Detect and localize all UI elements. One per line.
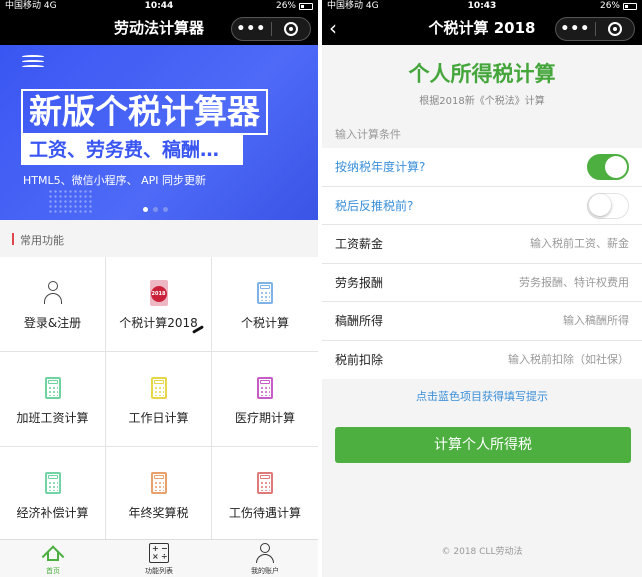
- field-row-salary[interactable]: 工资薪金 输入税前工资、薪金: [322, 225, 642, 264]
- banner-tagline: HTML5、微信小程序、 API 同步更新: [23, 174, 207, 187]
- section-header: 常用功能: [0, 220, 318, 257]
- tab-label: 我的账户: [251, 567, 279, 575]
- copyright-footer: © 2018 CLL劳动法: [441, 547, 523, 557]
- battery-icon: [623, 2, 637, 10]
- home-screen: 中国移动 4G 10:44 26% 劳动法计算器 ••• 新版个税计算器 工资、…: [0, 0, 318, 577]
- battery-status: 26%: [276, 0, 313, 12]
- grid-item-label: 医疗期计算: [234, 411, 295, 425]
- toggle-label[interactable]: 税后反推税前?: [335, 187, 413, 225]
- mini-program-capsule: •••: [555, 17, 635, 41]
- more-icon[interactable]: •••: [556, 19, 595, 39]
- banner-subline-box: 工资、劳务费、稿酬…: [21, 135, 243, 165]
- calculator-icon: [257, 282, 273, 304]
- clock: 10:44: [144, 1, 174, 11]
- user-icon: [42, 281, 64, 305]
- grid-item-label: 年终奖算税: [128, 506, 189, 520]
- battery-icon: [299, 2, 313, 10]
- annual-calc-switch[interactable]: [587, 154, 629, 180]
- field-row-labor[interactable]: 劳务报酬 劳务报酬、特许权费用: [322, 264, 642, 302]
- banner-headline: 新版个税计算器: [29, 92, 260, 131]
- tab-account[interactable]: 我的账户: [212, 540, 318, 577]
- tax-calculator-screen: 中国移动 4G 10:43 26% ‹ 个税计算 2018 ••• 个人所得税计…: [322, 0, 642, 577]
- calculator-icon: [44, 377, 61, 399]
- grid-item-overtime[interactable]: 加班工资计算: [0, 352, 105, 446]
- account-icon: [255, 543, 275, 563]
- tax-form: 按纳税年度计算? 税后反推税前? 工资薪金 输入税前工资、薪金 劳务报酬 劳务报…: [322, 148, 642, 379]
- labor-fee-input[interactable]: 劳务报酬、特许权费用: [519, 264, 629, 302]
- home-icon: [41, 543, 65, 568]
- grid-item-label: 工伤待遇计算: [228, 506, 301, 520]
- bottom-tab-bar: 首页 + − × ÷ 功能列表 我的账户: [0, 539, 318, 577]
- carousel-indicator[interactable]: [143, 207, 168, 212]
- grid-item-label: 经济补偿计算: [16, 506, 89, 520]
- salary-input[interactable]: 输入税前工资、薪金: [530, 225, 629, 263]
- calculator-icon: [150, 472, 167, 494]
- section-accent-bar: [12, 233, 14, 245]
- field-row-royalty[interactable]: 稿酬所得 输入稿酬所得: [322, 302, 642, 341]
- battery-percent: 26%: [275, 1, 296, 11]
- calculate-tax-button[interactable]: 计算个人所得税: [335, 427, 631, 463]
- tax-2018-icon: 2018: [149, 280, 168, 306]
- more-icon[interactable]: •••: [232, 19, 271, 39]
- tab-function-list[interactable]: + − × ÷ 功能列表: [106, 540, 212, 577]
- grid-item-label: 登录&注册: [23, 316, 82, 330]
- field-label: 税前扣除: [335, 352, 384, 367]
- grid-item-label: 工作日计算: [128, 411, 189, 425]
- calculator-icon: [44, 472, 61, 494]
- calculator-icon: [257, 472, 273, 494]
- conditions-label: 输入计算条件: [335, 128, 401, 141]
- grid-item-login[interactable]: 登录&注册: [0, 257, 105, 351]
- close-target-button[interactable]: [595, 22, 634, 36]
- banner-headline-box: 新版个税计算器: [21, 89, 268, 135]
- carousel-dot[interactable]: [143, 207, 148, 212]
- mini-program-capsule: •••: [231, 17, 311, 41]
- target-icon: [283, 22, 298, 36]
- banner-subline: 工资、劳务费、稿酬…: [29, 139, 220, 161]
- grid-item-label: 个税计算: [240, 316, 289, 330]
- close-target-button[interactable]: [271, 22, 310, 36]
- battery-status: 26%: [600, 0, 637, 12]
- tab-home[interactable]: 首页: [0, 540, 106, 577]
- hint-link[interactable]: 点击蓝色项目获得填写提示: [322, 388, 642, 404]
- function-list-icon: + − × ÷: [149, 543, 169, 563]
- calculator-heading: 个人所得税计算: [408, 62, 556, 86]
- carousel-dot[interactable]: [153, 207, 158, 212]
- clock: 10:43: [467, 1, 497, 11]
- field-label: 稿酬所得: [335, 314, 384, 328]
- field-label: 劳务报酬: [335, 275, 384, 290]
- field-row-deduction[interactable]: 税前扣除 输入税前扣除（如社保）: [322, 341, 642, 380]
- reverse-calc-switch[interactable]: [587, 192, 629, 219]
- decorative-dots: [48, 189, 92, 213]
- promo-banner[interactable]: 新版个税计算器 工资、劳务费、稿酬… HTML5、微信小程序、 API 同步更新: [0, 45, 318, 220]
- target-icon: [607, 22, 622, 36]
- royalty-input[interactable]: 输入稿酬所得: [563, 302, 629, 340]
- grid-item-injury[interactable]: 工伤待遇计算: [212, 447, 318, 541]
- status-bar: 中国移动 4G 10:43 26%: [322, 0, 642, 12]
- calculator-icon: [150, 377, 167, 399]
- section-title: 常用功能: [20, 234, 64, 247]
- carousel-dot[interactable]: [163, 207, 168, 212]
- grid-item-bonus[interactable]: 年终奖算税: [106, 447, 211, 541]
- calculator-subheading: 根据2018新《个税法》计算: [419, 96, 545, 107]
- deduction-input[interactable]: 输入税前扣除（如社保）: [508, 341, 629, 379]
- grid-item-medical[interactable]: 医疗期计算: [212, 352, 318, 446]
- calculator-icon: [257, 377, 273, 399]
- grid-item-workday[interactable]: 工作日计算: [106, 352, 211, 446]
- toggle-label[interactable]: 按纳税年度计算?: [335, 148, 425, 186]
- grid-item-compensation[interactable]: 经济补偿计算: [0, 447, 105, 541]
- grid-item-label: 加班工资计算: [16, 411, 89, 425]
- grid-item-tax-2018[interactable]: 2018 个税计算2018: [106, 257, 211, 351]
- nav-bar: 劳动法计算器 •••: [0, 12, 318, 45]
- toggle-row-annual: 按纳税年度计算?: [322, 148, 642, 187]
- tab-label: 功能列表: [145, 567, 173, 575]
- logo-wave-icon: [22, 55, 44, 70]
- toggle-row-reverse: 税后反推税前?: [322, 187, 642, 225]
- nav-bar: ‹ 个税计算 2018 •••: [322, 12, 642, 45]
- field-label: 工资薪金: [335, 237, 384, 251]
- grid-item-tax[interactable]: 个税计算: [212, 257, 318, 351]
- battery-percent: 26%: [599, 1, 620, 11]
- status-bar: 中国移动 4G 10:44 26%: [0, 0, 318, 12]
- function-grid: 登录&注册 2018 个税计算2018 个税计算 加班工资计算 工作日计算 医疗…: [0, 257, 318, 541]
